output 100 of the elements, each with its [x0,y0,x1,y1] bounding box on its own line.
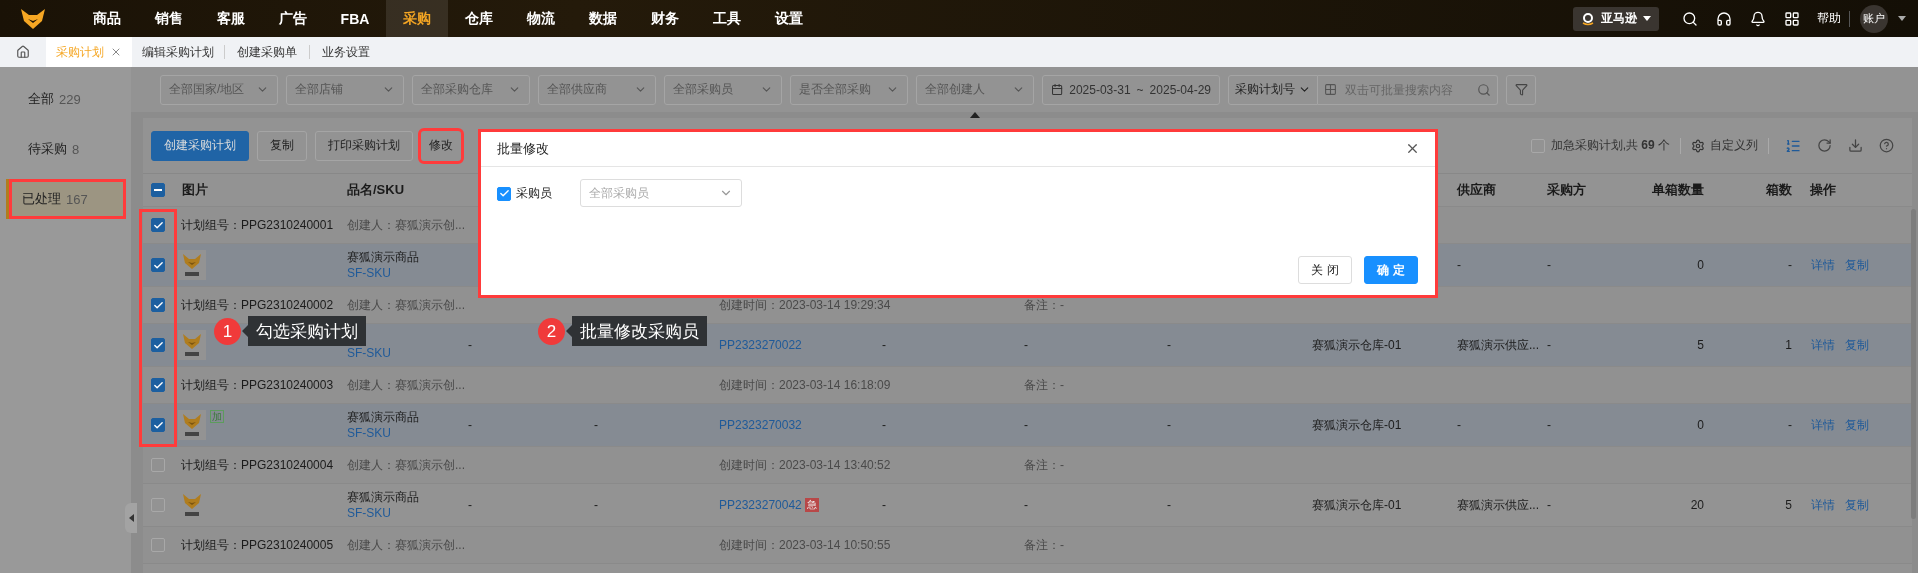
field-label: 采购员 [516,185,552,202]
close-button[interactable]: 关 闭 [1298,256,1352,284]
supplier-cell-text: 赛狐演示供应... [1456,336,1538,354]
table-cell-text: - [881,338,887,352]
calendar-icon [1051,83,1064,96]
nav-menu-item[interactable]: 数据 [572,0,634,37]
table-cell-text: - [467,498,473,512]
product-name: 赛狐演示商品 [347,249,420,265]
custom-columns-button[interactable]: 自定义列 [1691,137,1758,154]
page-tab[interactable]: 业务设置 [309,45,382,59]
nav-menu-item[interactable]: 物流 [510,0,572,37]
remark-text: 备注：- [1023,456,1065,474]
filter-select[interactable]: 全部采购仓库 [412,74,530,105]
filter-select[interactable]: 全部供应商 [538,74,656,105]
supplier-cell-text: 赛狐演示供应... [1456,496,1538,514]
column-header: 供应商 [1455,181,1497,199]
checkbox[interactable] [151,418,165,432]
plan-group-number: 计划组号：PPG2310240002 [180,296,335,314]
nav-menu-item[interactable]: FBA [324,0,386,37]
help-icon[interactable] [1879,138,1894,153]
fox-logo-icon [20,7,46,30]
buyer-cell-text: - [1546,338,1552,352]
nav-menu-item[interactable]: 工具 [696,0,758,37]
checkbox[interactable] [151,218,165,232]
checkbox[interactable] [151,378,165,392]
grid-icon[interactable] [1784,10,1800,27]
table-cell-text: - [1023,498,1029,512]
buyer-cell-text: - [1546,258,1552,272]
help-link[interactable]: 帮助 [1817,10,1841,27]
search-icon[interactable] [1682,10,1698,27]
caret-icon[interactable] [1898,16,1906,21]
store-selector[interactable]: 亚马逊 [1573,6,1659,31]
table-cell-text: - [881,418,887,432]
refresh-icon[interactable] [1817,138,1832,153]
toolbar-button[interactable]: 打印采购计划 [315,130,413,161]
collapse-arrow-icon[interactable] [969,112,980,118]
boxes-cell-text: 1 [1784,338,1793,352]
quantity-cell-text: 5 [1696,338,1705,352]
product-name: 赛狐演示商品 [347,489,420,505]
column-header: 采购方 [1546,181,1587,199]
plan-group-number: 计划组号：PPG2310240003 [180,376,335,394]
nav-menu-item[interactable]: 广告 [262,0,324,37]
warehouse-cell-text: 赛狐演示仓库-01 [1311,416,1403,434]
quantity-cell-text: 20 [1689,498,1705,512]
collapse-handle[interactable] [125,503,137,533]
annotation-tooltip: 勾选采购计划 [242,316,366,346]
checkbox[interactable] [151,298,165,312]
toolbar-button[interactable]: 复制 [257,130,307,161]
sidebar-item[interactable]: 全部 229 [6,79,126,119]
nav-menu-item[interactable]: 销售 [138,0,200,37]
sidebar-item[interactable]: 已处理 167 [6,179,126,219]
filter-icon [1514,83,1528,96]
table-cell-text: - [467,418,473,432]
sidebar-item[interactable]: 待采购 8 [6,129,126,169]
page-tab[interactable]: 编辑采购计划 [132,37,224,67]
download-icon[interactable] [1848,138,1863,153]
buyer-select-input[interactable]: 全部采购员 [589,186,715,200]
checkbox[interactable] [151,258,165,272]
filter-select[interactable]: 全部创建人 [916,74,1034,105]
page-tab[interactable]: 创建采购单 [224,45,309,59]
nav-menu-item[interactable]: 客服 [200,0,262,37]
confirm-button[interactable]: 确 定 [1364,256,1418,284]
filter-button[interactable] [1506,74,1536,105]
table-cell-text: - [1166,338,1172,352]
date-range-field[interactable]: 2025-03-31 ~ 2025-04-29 [1042,74,1220,105]
warehouse-cell-text: 赛狐演示仓库-01 [1311,336,1403,354]
creator-text: 创建人：赛狐演示创... [346,216,463,234]
filter-select[interactable]: 全部国家/地区 [160,74,278,105]
checkbox[interactable] [497,186,511,201]
nav-menu-item[interactable]: 仓库 [448,0,510,37]
filter-select[interactable]: 是否全部采购 [790,74,908,105]
supplier-cell-text: - [1456,258,1462,272]
created-time: 创建时间：2023-03-14 19:29:34 [718,296,892,314]
marketplace-logo-icon [1581,11,1595,26]
boxes-cell-text: - [1787,418,1793,432]
headset-icon[interactable] [1716,10,1732,27]
toolbar-button[interactable]: 修改 [421,130,461,161]
checkbox[interactable] [151,338,165,352]
nav-menu-item[interactable]: 商品 [76,0,138,37]
table-cell-text: - [467,338,473,352]
remark-text: 备注：- [1023,536,1065,554]
remark-text: 备注：- [1023,376,1065,394]
nav-menu-item[interactable]: 采购 [386,0,448,37]
checkbox[interactable] [151,183,165,197]
remark-text: 备注：- [1023,296,1065,314]
add-tag: 加 [210,410,224,423]
column-header: 箱数 [1765,181,1793,199]
quantity-cell-text: 0 [1696,258,1705,272]
nav-menu-item[interactable]: 财务 [634,0,696,37]
created-time: 创建时间：2023-03-14 13:40:52 [718,456,892,474]
close-icon[interactable] [110,46,122,58]
buyer-cell-text: - [1546,418,1552,432]
buyer-select[interactable]: 全部采购员 [580,179,742,207]
bell-icon[interactable] [1750,10,1766,27]
table-cell-text: - [593,498,599,512]
account-avatar[interactable]: 账户 [1860,4,1888,33]
toolbar-button[interactable]: 创建采购计划 [151,130,249,161]
search-type-select[interactable]: 采购计划号 [1228,74,1318,105]
nav-menu-item[interactable]: 设置 [758,0,820,37]
filter-select[interactable]: 全部店铺 [286,74,404,105]
